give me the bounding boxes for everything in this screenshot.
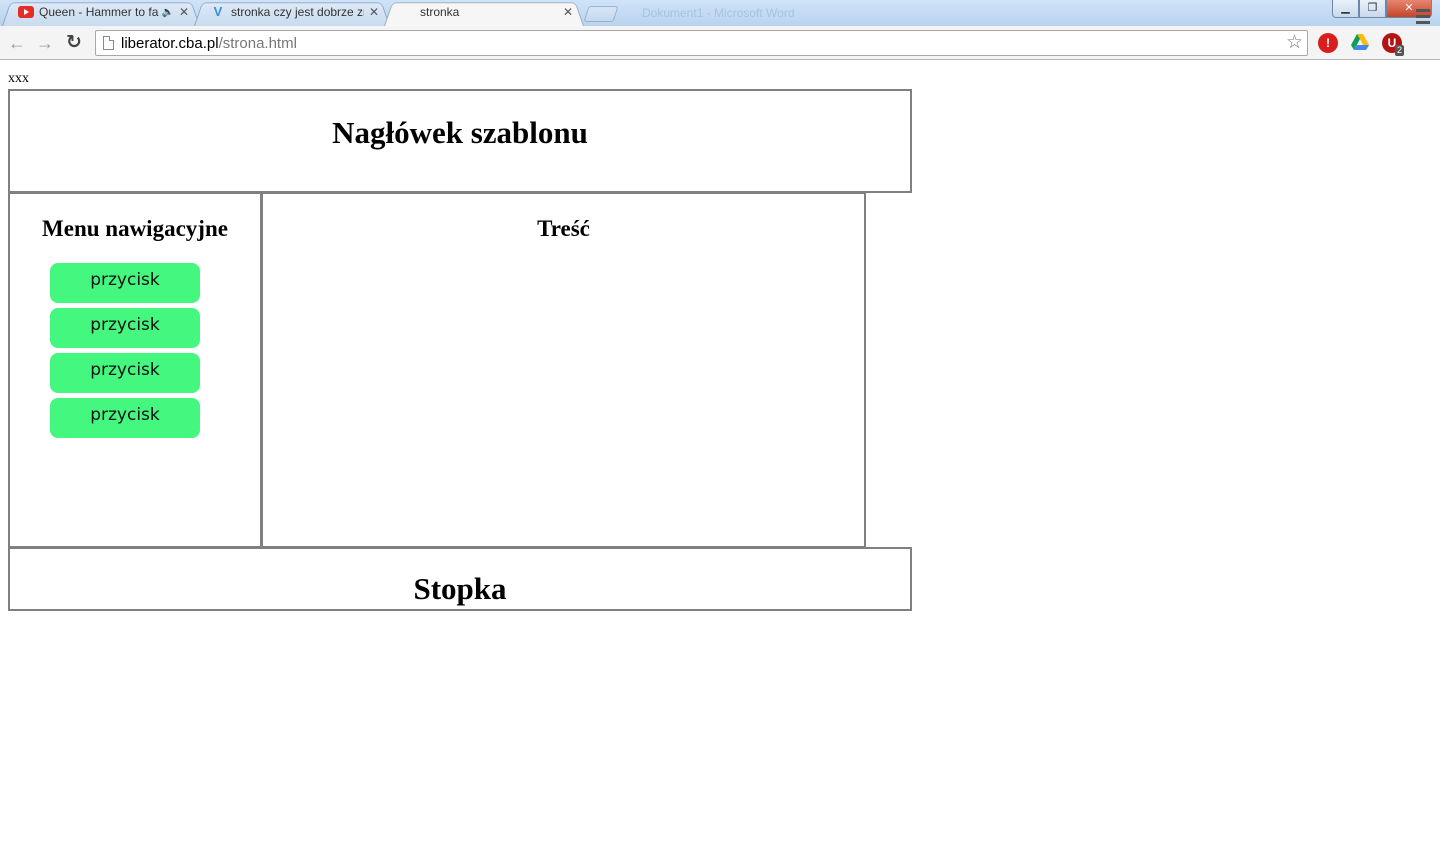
speaker-icon: 🔈 [161,6,174,18]
address-bar[interactable]: liberator.cba.pl/strona.html ☆ [95,30,1308,56]
page-viewport: xxx Nagłówek szablonu Menu nawigacyjne p… [0,61,1440,860]
navigation-menu: Menu nawigacyjne przycisk przycisk przyc… [8,192,263,548]
tab-title: stronka [420,5,460,19]
tab-title: Queen - Hammer to fa [39,5,159,19]
menu-button[interactable]: przycisk [50,308,200,348]
extension-badge: 2 [1395,45,1405,56]
tab-stronka-active[interactable]: stronka ✕ [384,0,584,26]
close-tab-icon[interactable]: ✕ [562,5,574,19]
page-header: Nagłówek szablonu [8,89,912,193]
close-tab-icon[interactable]: ✕ [178,5,190,19]
new-tab-button[interactable] [583,6,619,22]
chrome-menu-icon[interactable] [1416,9,1430,27]
menu-button[interactable]: przycisk [50,263,200,303]
background-window-title: Dokument1 - Microsoft Word [642,6,795,20]
reload-icon[interactable]: ↻ [63,32,85,54]
opera-extension-icon[interactable]: ! [1318,33,1338,53]
url-host: liberator.cba.pl [121,34,219,52]
content-title: Treść [537,216,590,241]
menu-title: Menu nawigacyjne [42,216,228,241]
tab-queen-video[interactable]: Queen - Hammer to fa 🔈 ✕ [2,0,200,26]
youtube-icon [18,6,34,18]
minimize-button[interactable]: ▁ [1332,0,1359,18]
menu-button[interactable]: przycisk [50,398,200,438]
back-arrow-icon[interactable]: ← [6,32,28,54]
forward-arrow-icon[interactable]: → [34,32,56,54]
page-footer: Stopka [8,547,912,611]
restore-button[interactable]: ❐ [1359,0,1386,18]
close-tab-icon[interactable]: ✕ [368,5,380,19]
footer-title: Stopka [413,571,507,606]
menu-button[interactable]: przycisk [50,353,200,393]
browser-toolbar: ← → ↻ liberator.cba.pl/strona.html ☆ ! U [0,26,1440,60]
header-title: Nagłówek szablonu [332,115,588,150]
google-drive-icon[interactable] [1350,33,1370,53]
tab-stronka-question[interactable]: V stronka czy jest dobrze zro ✕ [194,0,390,26]
site-v-icon: V [213,4,223,19]
page-icon [103,36,114,50]
tab-title: stronka czy jest dobrze zro [231,5,364,19]
content-area: Treść [261,192,866,548]
url-path: /strona.html [218,34,297,52]
top-text: xxx [8,71,29,86]
tab-strip: Queen - Hammer to fa 🔈 ✕ V stronka czy j… [0,0,1440,26]
bookmark-star-icon[interactable]: ☆ [1286,32,1303,54]
